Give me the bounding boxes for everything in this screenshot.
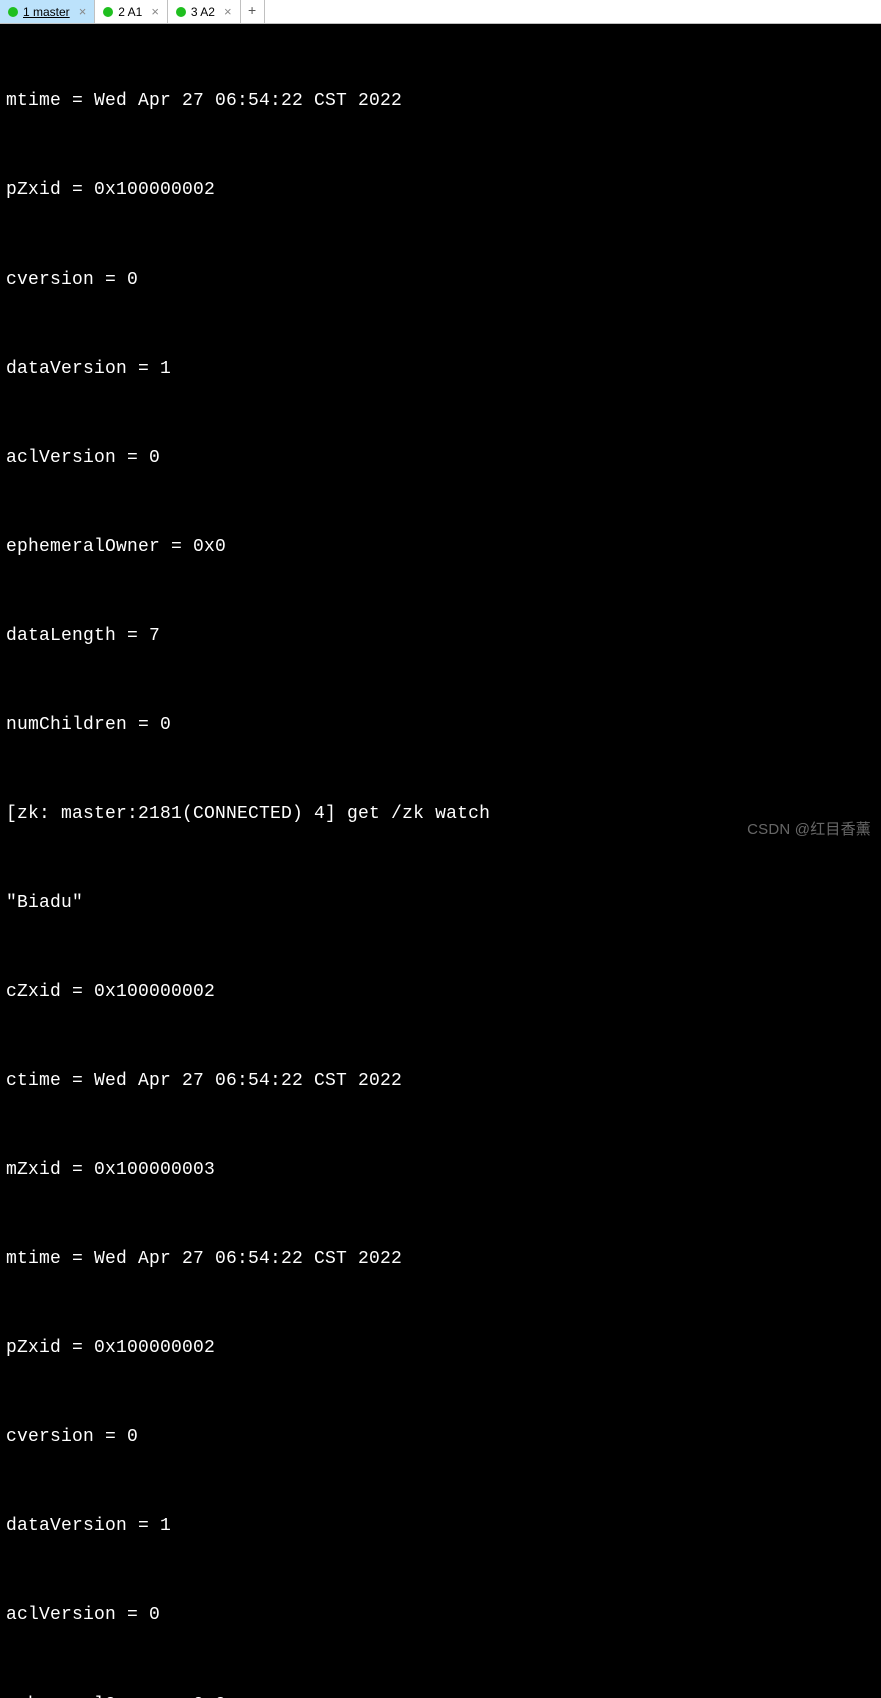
tab-label: 2 A1 [118, 5, 142, 19]
plus-icon: + [248, 4, 256, 20]
tab-bar: 1 master × 2 A1 × 3 A2 × + [0, 0, 881, 24]
tab-label: 1 master [23, 5, 70, 19]
tab-a2[interactable]: 3 A2 × [168, 0, 241, 23]
close-icon[interactable]: × [79, 5, 87, 18]
tab-label: 3 A2 [191, 5, 215, 19]
terminal-line: dataVersion = 1 [6, 1512, 875, 1542]
close-icon[interactable]: × [151, 5, 159, 18]
watermark: CSDN @红目香薰 [747, 818, 871, 843]
terminal-line: ctime = Wed Apr 27 06:54:22 CST 2022 [6, 1067, 875, 1097]
terminal-line: aclVersion = 0 [6, 444, 875, 474]
terminal-line: pZxid = 0x100000002 [6, 1334, 875, 1364]
terminal-line: dataVersion = 1 [6, 355, 875, 385]
terminal-line: mtime = Wed Apr 27 06:54:22 CST 2022 [6, 1245, 875, 1275]
tab-master[interactable]: 1 master × [0, 0, 95, 23]
terminal-line: [zk: master:2181(CONNECTED) 4] get /zk w… [6, 800, 875, 830]
terminal-line: cversion = 0 [6, 266, 875, 296]
terminal-line: cZxid = 0x100000002 [6, 978, 875, 1008]
terminal-line: cversion = 0 [6, 1423, 875, 1453]
terminal-line: dataLength = 7 [6, 622, 875, 652]
terminal-line: ephemeralOwner = 0x0 [6, 1691, 875, 1698]
terminal-line: "Biadu" [6, 889, 875, 919]
close-icon[interactable]: × [224, 5, 232, 18]
terminal-line: numChildren = 0 [6, 711, 875, 741]
terminal-line: aclVersion = 0 [6, 1601, 875, 1631]
tab-a1[interactable]: 2 A1 × [95, 0, 168, 23]
status-dot-icon [103, 7, 113, 17]
terminal-output[interactable]: mtime = Wed Apr 27 06:54:22 CST 2022 pZx… [0, 24, 881, 849]
add-tab-button[interactable]: + [241, 0, 265, 23]
terminal-line: mtime = Wed Apr 27 06:54:22 CST 2022 [6, 87, 875, 117]
terminal-line: ephemeralOwner = 0x0 [6, 533, 875, 563]
terminal-line: mZxid = 0x100000003 [6, 1156, 875, 1186]
terminal-line: pZxid = 0x100000002 [6, 176, 875, 206]
status-dot-icon [176, 7, 186, 17]
status-dot-icon [8, 7, 18, 17]
